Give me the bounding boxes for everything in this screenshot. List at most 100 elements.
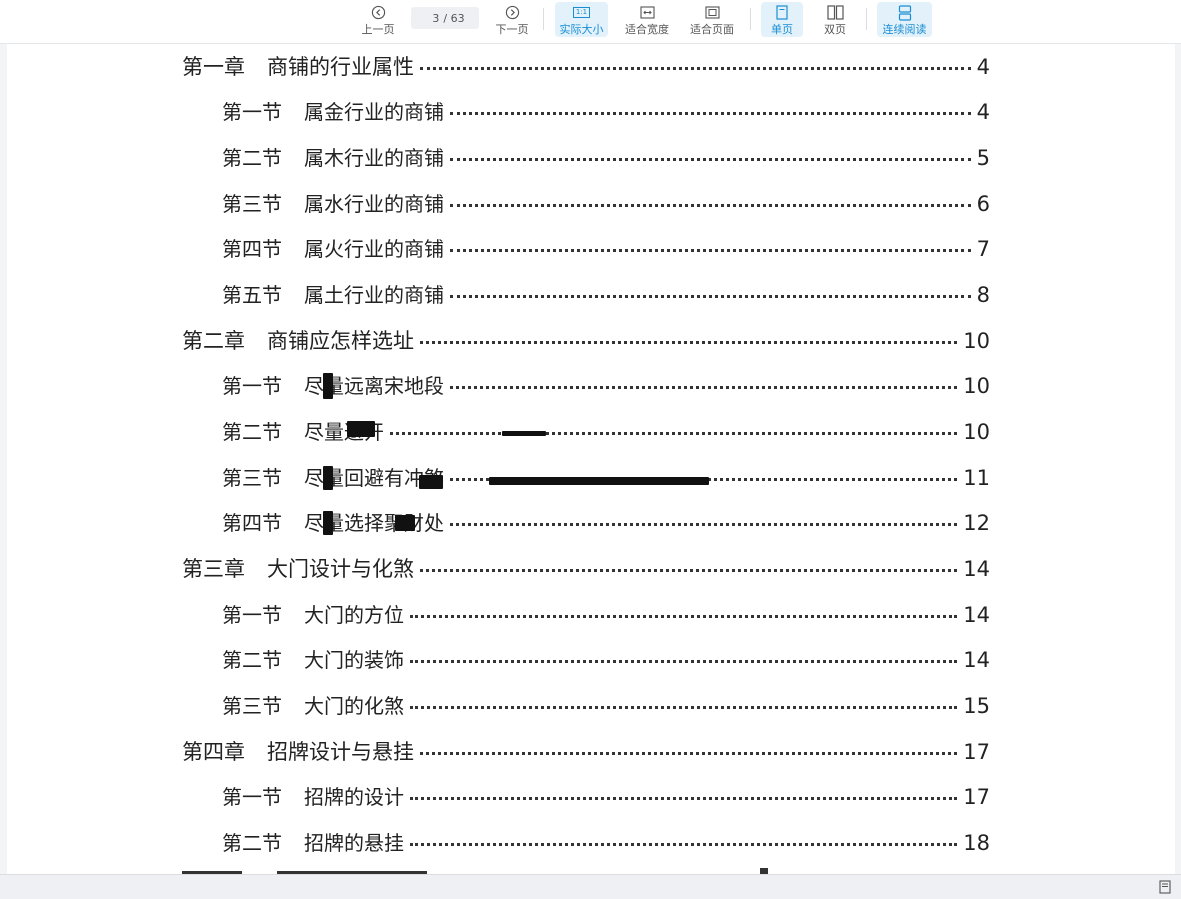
toc-section[interactable]: 第一节 属金行业的商铺 4: [222, 96, 990, 126]
toc-leader-dots: [450, 295, 971, 298]
fit-width-button[interactable]: 适合宽度: [620, 2, 674, 37]
scan-artifact: [395, 515, 415, 531]
status-bar: [0, 874, 1181, 899]
toc-section-title: 属土行业的商铺: [304, 283, 444, 307]
toc-section[interactable]: 第三节 大门的化煞 15: [222, 690, 990, 720]
toc-page-number: 12: [963, 511, 990, 535]
toc-chapter-title: 招牌设计与悬挂: [267, 740, 414, 764]
fit-width-icon: [639, 4, 655, 21]
toc-page-number: 17: [963, 785, 990, 809]
toc-leader-dots: [410, 615, 958, 618]
continuous-reading-label: 连续阅读: [882, 23, 927, 36]
toc-section-number: 第一节: [222, 100, 282, 124]
toc-chapter-title: 商铺的行业属性: [267, 55, 414, 79]
toc-leader-dots: [450, 249, 971, 252]
toc-section-title: 大门的装饰: [304, 648, 404, 672]
toc-chapter-number: 第二章: [182, 329, 245, 353]
toc-chapter[interactable]: 第二章 商铺应怎样选址 10: [182, 325, 990, 355]
next-page-button[interactable]: 下一页: [489, 2, 535, 37]
scan-artifact: [419, 475, 443, 489]
toc-section-number: 第一节: [222, 785, 282, 809]
toc-page-number: 18: [963, 831, 990, 855]
toc-leader-dots: [410, 843, 958, 846]
scan-artifact: [347, 421, 375, 437]
toc-page-number: 14: [963, 648, 990, 672]
fit-page-button[interactable]: 适合页面: [685, 2, 739, 37]
total-pages: / 63: [443, 11, 465, 25]
toc-page-number: 14: [963, 557, 990, 581]
toc-section-title: 大门的化煞: [304, 694, 404, 718]
toc-section-number: 第二节: [222, 648, 282, 672]
viewer-toolbar: 上一页 / 63 下一页 1:1 实际大小 适合宽度 适合页面 单页: [0, 0, 1181, 44]
current-page-input[interactable]: [425, 11, 440, 25]
toc-page-number: 10: [963, 374, 990, 398]
arrow-right-circle-icon: [505, 4, 520, 21]
toc-chapter[interactable]: 第一章 商铺的行业属性 4: [182, 51, 990, 81]
page-indicator: / 63: [411, 7, 479, 29]
toc-section[interactable]: 第五节 属土行业的商铺 8: [222, 279, 990, 309]
toc-leader-dots: [450, 112, 971, 115]
scan-artifact: [323, 511, 333, 535]
scan-artifact: [489, 477, 709, 485]
toc-section[interactable]: 第一节 尽量远离宋地段 10: [222, 370, 990, 400]
page-view-icon[interactable]: [1159, 879, 1171, 898]
toc-section-number: 第二节: [222, 420, 282, 444]
toc-chapter[interactable]: 第四章 招牌设计与悬挂 17: [182, 736, 990, 766]
toc-section-number: 第一节: [222, 603, 282, 627]
toc-section[interactable]: 第三节 属水行业的商铺 6: [222, 188, 990, 218]
double-page-label: 双页: [824, 23, 846, 36]
actual-size-label: 实际大小: [559, 23, 604, 36]
toc-leader-dots: [420, 67, 971, 70]
toc-leader-dots: [420, 569, 958, 572]
toc-section[interactable]: 第四节 尽量选择聚财处 12: [222, 507, 990, 537]
toc-leader-dots: [450, 523, 958, 526]
double-page-icon: [826, 4, 844, 21]
toc-chapter-number: 第四章: [182, 740, 245, 764]
toc-section-number: 第四节: [222, 237, 282, 261]
single-page-button[interactable]: 单页: [761, 2, 803, 37]
toc-page-number: 4: [976, 55, 990, 79]
toc-section-number: 第三节: [222, 192, 282, 216]
toc-section-title: 大门的方位: [304, 603, 404, 627]
toc-section-title: 属木行业的商铺: [304, 146, 444, 170]
toc-section[interactable]: 第二节 招牌的悬挂 18: [222, 827, 990, 857]
toc-section[interactable]: 第二节 属木行业的商铺 5: [222, 142, 990, 172]
actual-size-button[interactable]: 1:1 实际大小: [555, 2, 608, 37]
toc-section-title: 属金行业的商铺: [304, 100, 444, 124]
toc-section[interactable]: 第一节 大门的方位 14: [222, 599, 990, 629]
partial-next-line: [182, 867, 782, 874]
toc-section-number: 第五节: [222, 283, 282, 307]
toolbar-divider: [543, 8, 544, 30]
toc-leader-dots: [410, 797, 958, 800]
toc-section-title: 招牌的设计: [304, 785, 404, 809]
toolbar-divider: [750, 8, 751, 30]
toc-chapter[interactable]: 第三章 大门设计与化煞 14: [182, 553, 990, 583]
toc-section-title: 属水行业的商铺: [304, 192, 444, 216]
continuous-reading-icon: [898, 4, 912, 21]
toc-section-number: 第二节: [222, 831, 282, 855]
toc-page-number: 10: [963, 329, 990, 353]
toc-section[interactable]: 第一节 招牌的设计 17: [222, 781, 990, 811]
toc-chapter-number: 第一章: [182, 55, 245, 79]
document-page[interactable]: 第一章 商铺的行业属性 4 第一节 属金行业的商铺 4 第二节 属木行业的商铺 …: [7, 43, 1175, 874]
continuous-reading-button[interactable]: 连续阅读: [877, 2, 932, 37]
toc-page-number: 14: [963, 603, 990, 627]
toc-page-number: 7: [976, 237, 990, 261]
prev-page-button[interactable]: 上一页: [355, 2, 401, 37]
toc-section[interactable]: 第二节 尽量避开 10: [222, 416, 990, 446]
fit-page-label: 适合页面: [690, 23, 734, 36]
toc-section-number: 第三节: [222, 466, 282, 490]
toc-section[interactable]: 第二节 大门的装饰 14: [222, 644, 990, 674]
toc-leader-dots: [450, 158, 971, 161]
fit-width-label: 适合宽度: [625, 23, 669, 36]
double-page-button[interactable]: 双页: [814, 2, 856, 37]
single-page-icon: [776, 4, 788, 21]
toc-section-number: 第三节: [222, 694, 282, 718]
toc-section[interactable]: 第四节 属火行业的商铺 7: [222, 233, 990, 263]
toc-page-number: 4: [976, 100, 990, 124]
toc-section-number: 第四节: [222, 511, 282, 535]
toc-chapter-title: 商铺应怎样选址: [267, 329, 414, 353]
toc-section-number: 第二节: [222, 146, 282, 170]
toc-leader-dots: [410, 706, 958, 709]
toc-leader-dots: [420, 752, 958, 755]
